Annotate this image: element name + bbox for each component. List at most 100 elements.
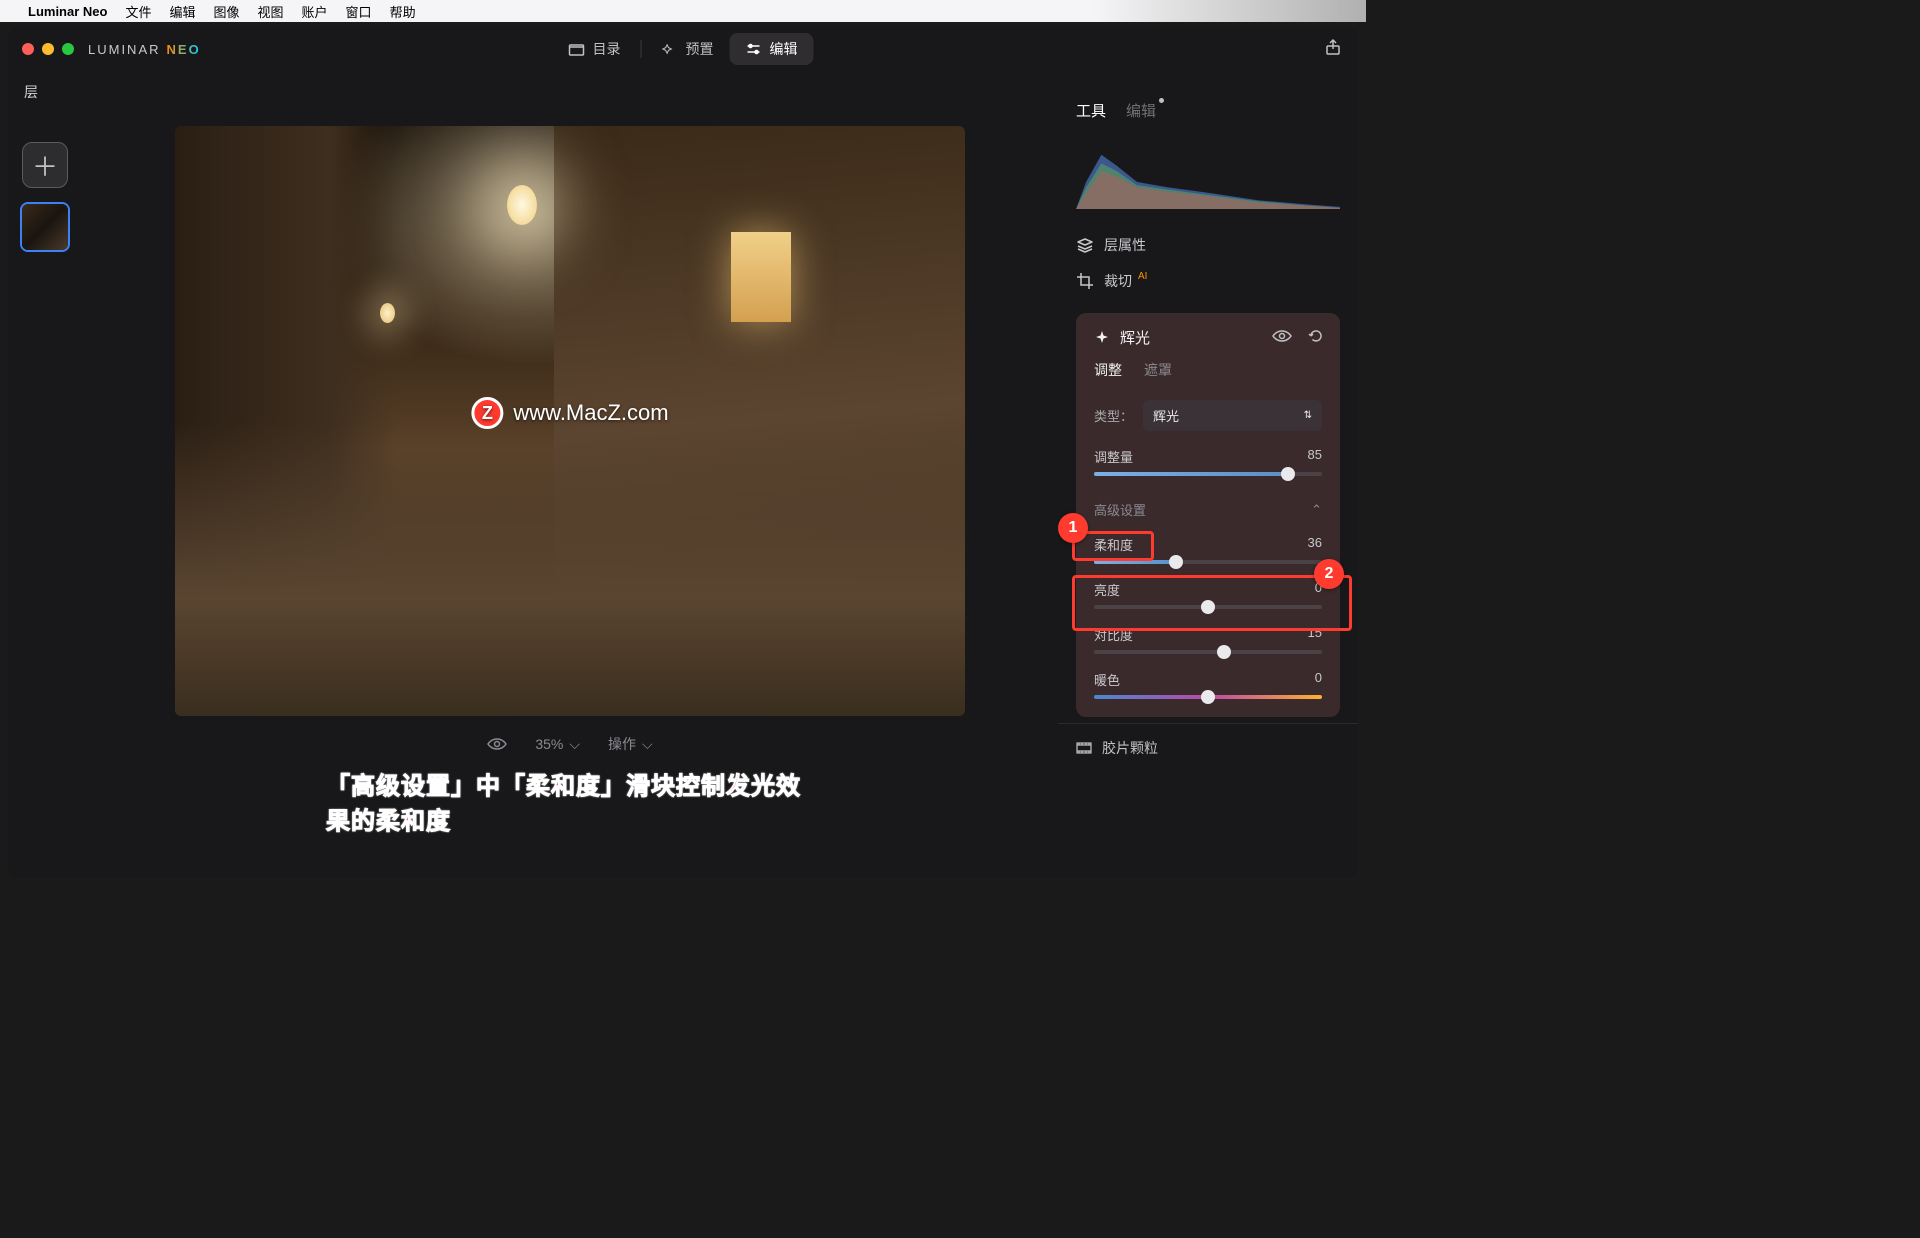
glow-header[interactable]: 辉光 [1094,327,1322,348]
softness-slider[interactable] [1094,560,1322,564]
app-window: LUMINAR NEO 目录 预置 编辑 层 [8,28,1358,878]
ai-badge: AI [1138,271,1147,282]
annotation-badge-1: 1 [1058,513,1088,543]
close-window-button[interactable] [22,43,34,55]
actions-label: 操作 [608,734,636,754]
softness-value: 36 [1308,535,1322,554]
chevron-down-icon: ⌵ [642,736,653,753]
contrast-value: 15 [1308,625,1322,644]
brightness-slider-thumb[interactable] [1201,600,1215,614]
layer-thumbnail[interactable] [20,202,70,252]
right-panel-tabs: 工具 编辑 [1076,100,1340,121]
lamp-glow2-decor [380,303,395,323]
zoom-dropdown[interactable]: 35% ⌵ [535,736,580,753]
rp-tab-tools[interactable]: 工具 [1076,100,1106,121]
crop-label: 裁切 [1104,271,1132,291]
visibility-button[interactable] [1272,329,1292,347]
type-label: 类型： [1094,406,1133,425]
softness-slider-block: 柔和度 36 [1094,535,1322,564]
rp-tab-edit[interactable]: 编辑 [1126,100,1156,121]
chevron-down-icon: ⌵ [569,736,580,753]
menubar-item-view[interactable]: 视图 [258,2,284,21]
reset-button[interactable] [1306,328,1322,348]
glow-subtabs: 调整 遮罩 [1094,360,1322,380]
sparkle-icon [1094,330,1110,346]
rp-tab-edit-label: 编辑 [1126,103,1156,120]
brightness-slider-block: 亮度 0 [1094,580,1322,609]
amount-slider[interactable] [1094,472,1322,476]
menubar-item-edit[interactable]: 编辑 [169,2,195,21]
titlebar: LUMINAR NEO 目录 预置 编辑 [8,28,1358,70]
amount-slider-fill [1094,472,1288,476]
canvas-area: Z www.MacZ.com 「高级设置」中「柔和度」滑块控制发光效果的柔和度 … [82,70,1058,878]
chevron-up-icon: ⌃ [1311,502,1322,518]
tab-catalog[interactable]: 目录 [553,33,637,65]
amount-slider-thumb[interactable] [1281,467,1295,481]
fullscreen-window-button[interactable] [62,43,74,55]
brightness-slider[interactable] [1094,605,1322,609]
add-layer-button[interactable]: ＋ [22,142,68,188]
window-glow-decor [731,232,791,322]
eye-icon [1272,329,1292,343]
folder-icon [569,42,585,56]
contrast-label: 对比度 [1094,625,1133,644]
film-grain-row[interactable]: 胶片颗粒 [1058,723,1358,772]
warmth-slider[interactable] [1094,695,1322,699]
softness-slider-thumb[interactable] [1169,555,1183,569]
warmth-slider-block: 暖色 0 [1094,670,1322,699]
crop-icon [1076,272,1094,290]
warmth-label: 暖色 [1094,670,1120,689]
updown-icon: ⇅ [1304,410,1312,421]
contrast-slider[interactable] [1094,650,1322,654]
zoom-value: 35% [535,736,563,752]
brand-luminar-text: LUMINAR [88,42,161,57]
watermark: Z www.MacZ.com [471,397,668,429]
histogram[interactable] [1076,133,1340,209]
contrast-slider-thumb[interactable] [1217,645,1231,659]
menubar-item-account[interactable]: 账户 [302,2,328,21]
type-value: 辉光 [1153,406,1179,425]
annotation-caption: 「高级设置」中「柔和度」滑块控制发光效果的柔和度 [326,766,814,836]
brand-neo-text: NEO [167,42,201,57]
film-icon [1076,741,1092,755]
menubar-item-file[interactable]: 文件 [125,2,151,21]
plus-icon: ＋ [32,147,58,184]
glow-title: 辉光 [1120,327,1150,348]
tab-separator [641,40,642,58]
type-select[interactable]: 辉光 ⇅ [1143,400,1322,431]
tab-presets[interactable]: 预置 [646,33,730,65]
minimize-window-button[interactable] [42,43,54,55]
visibility-toggle[interactable] [487,737,507,751]
amount-value: 85 [1308,447,1322,466]
layers-icon [1076,237,1094,253]
layer-properties-label: 层属性 [1104,235,1146,255]
layer-properties-row[interactable]: 层属性 [1076,227,1340,263]
watermark-text: www.MacZ.com [513,400,668,426]
softness-slider-fill [1094,560,1176,564]
main-area: 层 ＋ Z www.MacZ.com 「高级设置」中「柔和度」滑块控制发光效果的… [8,70,1358,878]
sliders-icon [746,42,762,56]
tab-presets-label: 预置 [686,39,714,59]
type-row: 类型： 辉光 ⇅ [1094,400,1322,431]
softness-label: 柔和度 [1094,535,1133,554]
warmth-slider-thumb[interactable] [1201,690,1215,704]
menubar-app-name[interactable]: Luminar Neo [28,4,107,19]
menubar-item-window[interactable]: 窗口 [346,2,372,21]
subtab-mask[interactable]: 遮罩 [1144,360,1172,380]
actions-dropdown[interactable]: 操作 ⌵ [608,734,653,754]
menubar-item-image[interactable]: 图像 [214,2,240,21]
share-button[interactable] [1324,38,1342,61]
layer-thumbnail-image [22,204,68,250]
glow-tool-card: 辉光 调整 遮罩 类型： 辉光 [1076,313,1340,717]
sparkle-icon [662,42,678,56]
tab-catalog-label: 目录 [593,39,621,59]
subtab-adjust[interactable]: 调整 [1094,360,1122,380]
amount-label: 调整量 [1094,447,1133,466]
crop-row[interactable]: 裁切 AI [1076,263,1340,299]
tab-edit[interactable]: 编辑 [730,33,814,65]
canvas-image[interactable]: Z www.MacZ.com [175,126,965,716]
brand-logo: LUMINAR NEO [88,42,201,57]
advanced-settings-row[interactable]: 高级设置 ⌃ [1094,500,1322,519]
mac-menubar: Luminar Neo 文件 编辑 图像 视图 账户 窗口 帮助 [0,0,1366,22]
menubar-item-help[interactable]: 帮助 [390,2,416,21]
